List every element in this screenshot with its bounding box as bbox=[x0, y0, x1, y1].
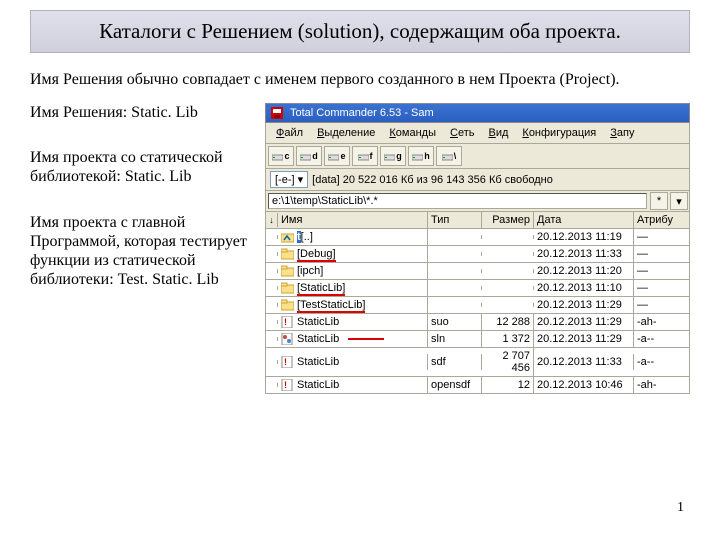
menu-item[interactable]: Команды bbox=[383, 125, 442, 141]
file-list: t[..]20.12.2013 11:19—[Debug]20.12.2013 … bbox=[265, 229, 690, 394]
menu-item[interactable]: Вид bbox=[482, 125, 514, 141]
drive-button-d[interactable]: d bbox=[296, 146, 322, 166]
svg-text:!: ! bbox=[284, 317, 287, 327]
table-row[interactable]: t[..]20.12.2013 11:19— bbox=[265, 229, 690, 246]
sln-file-icon bbox=[281, 333, 294, 345]
svg-text:!: ! bbox=[284, 357, 287, 367]
table-row[interactable]: [StaticLib]20.12.2013 11:10— bbox=[265, 280, 690, 297]
drive-button-\[interactable]: \ bbox=[436, 146, 462, 166]
drive-status-bar: [-e-] ▾ [data] 20 522 016 Кб из 96 143 3… bbox=[265, 169, 690, 191]
drive-button-c[interactable]: c bbox=[268, 146, 294, 166]
note-3: Имя проекта с главной Программой, котора… bbox=[30, 213, 255, 290]
drive-icon bbox=[412, 152, 423, 161]
table-row[interactable]: [ipch]20.12.2013 11:20— bbox=[265, 263, 690, 280]
window-titlebar[interactable]: Total Commander 6.53 - Sam bbox=[265, 103, 690, 123]
file-icon: ! bbox=[281, 316, 294, 328]
note-1: Имя Решения: Static. Lib bbox=[30, 103, 255, 122]
header-size[interactable]: Размер bbox=[482, 212, 534, 228]
folder-icon bbox=[281, 299, 294, 311]
drive-icon bbox=[442, 152, 453, 161]
drive-button-h[interactable]: h bbox=[408, 146, 434, 166]
folder-icon bbox=[281, 265, 294, 277]
slide-title: Каталоги с Решением (solution), содержащ… bbox=[30, 10, 690, 53]
chevron-down-icon: ▾ bbox=[298, 174, 304, 186]
drive-button-g[interactable]: g bbox=[380, 146, 406, 166]
intro-text: Имя Решения обычно совпадает с именем пе… bbox=[30, 71, 690, 89]
drive-icon bbox=[300, 152, 311, 161]
table-row[interactable]: StaticLibsln1 37220.12.2013 11:29-a-- bbox=[265, 331, 690, 348]
page-number: 1 bbox=[677, 500, 684, 516]
window-title: Total Commander 6.53 - Sam bbox=[290, 107, 434, 119]
total-commander-window: Total Commander 6.53 - Sam ФайлВыделение… bbox=[265, 103, 690, 394]
free-space-label: [data] 20 522 016 Кб из 96 143 356 Кб св… bbox=[312, 174, 553, 186]
header-date[interactable]: Дата bbox=[534, 212, 634, 228]
folder-icon bbox=[281, 282, 294, 294]
history-button[interactable]: * bbox=[650, 192, 668, 210]
path-field[interactable]: e:\1\temp\StaticLib\*.* bbox=[268, 193, 647, 209]
menu-item[interactable]: Выделение bbox=[311, 125, 381, 141]
drive-icon bbox=[358, 152, 369, 161]
menubar: ФайлВыделениеКомандыСетьВидКонфигурацияЗ… bbox=[265, 123, 690, 144]
folder-icon bbox=[281, 248, 294, 260]
path-bar: e:\1\temp\StaticLib\*.* * ▾ bbox=[265, 191, 690, 212]
file-icon: ! bbox=[281, 356, 294, 368]
drive-selector[interactable]: [-e-] ▾ bbox=[270, 171, 308, 188]
header-attr[interactable]: Атрибу bbox=[634, 212, 689, 228]
header-name[interactable]: Имя bbox=[278, 212, 428, 228]
table-row[interactable]: !StaticLibsuo12 28820.12.2013 11:29-ah- bbox=[265, 314, 690, 331]
menu-item[interactable]: Сеть bbox=[444, 125, 480, 141]
menu-item[interactable]: Файл bbox=[270, 125, 309, 141]
disk-icon bbox=[270, 106, 284, 120]
svg-text:!: ! bbox=[284, 380, 287, 390]
parent-folder-icon bbox=[281, 231, 294, 243]
notes-column: Имя Решения: Static. Lib Имя проекта со … bbox=[30, 103, 255, 394]
note-2: Имя проекта со статической библиотекой: … bbox=[30, 148, 255, 186]
drive-toolbar: cdefgh\ bbox=[265, 144, 690, 169]
favorites-button[interactable]: ▾ bbox=[670, 192, 688, 210]
menu-item[interactable]: Конфигурация bbox=[516, 125, 602, 141]
header-ext[interactable]: Тип bbox=[428, 212, 482, 228]
drive-button-f[interactable]: f bbox=[352, 146, 378, 166]
column-headers[interactable]: ↓ Имя Тип Размер Дата Атрибу bbox=[265, 212, 690, 229]
sort-indicator[interactable]: ↓ bbox=[266, 213, 278, 227]
table-row[interactable]: !StaticLibsdf2 707 45620.12.2013 11:33-a… bbox=[265, 348, 690, 377]
drive-button-e[interactable]: e bbox=[324, 146, 350, 166]
table-row[interactable]: !StaticLibopensdf1220.12.2013 10:46-ah- bbox=[265, 377, 690, 394]
drive-icon bbox=[384, 152, 395, 161]
drive-icon bbox=[328, 152, 339, 161]
table-row[interactable]: [TestStaticLib]20.12.2013 11:29— bbox=[265, 297, 690, 314]
file-icon: ! bbox=[281, 379, 294, 391]
table-row[interactable]: [Debug]20.12.2013 11:33— bbox=[265, 246, 690, 263]
menu-item[interactable]: Запу bbox=[604, 125, 640, 141]
drive-icon bbox=[272, 152, 283, 161]
